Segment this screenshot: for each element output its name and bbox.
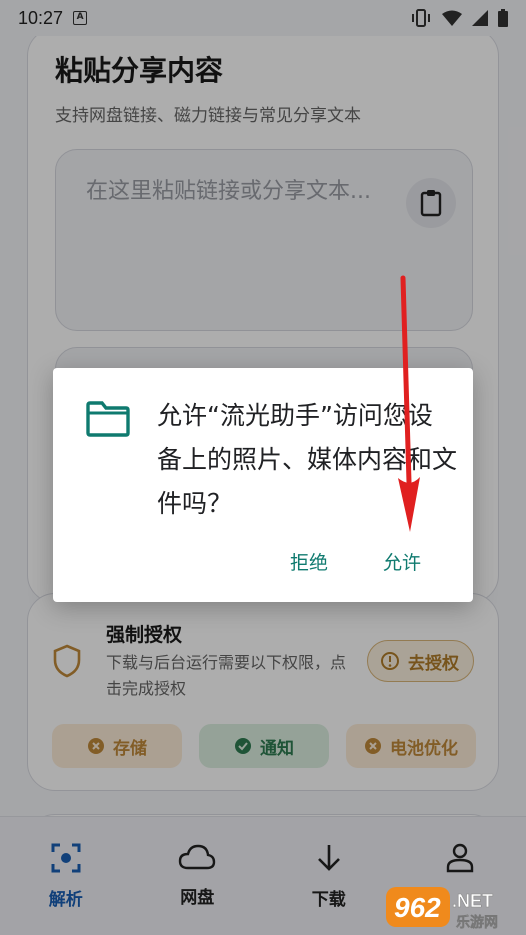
folder-icon [86, 401, 130, 437]
site-watermark-logo: 962 .NET 乐游网 [386, 887, 498, 931]
allow-button[interactable]: 允许 [383, 548, 421, 575]
watermark-net-text: .NET [452, 891, 493, 911]
deny-button[interactable]: 拒绝 [290, 548, 328, 575]
watermark-sub-text: 乐游网 [456, 914, 498, 931]
watermark-brand-text: 962 [394, 892, 441, 923]
dialog-message: 允许“流光助手”访问您设备上的照片、媒体内容和文件吗？ [157, 401, 458, 518]
permission-dialog: 允许“流光助手”访问您设备上的照片、媒体内容和文件吗？ 拒绝 允许 [53, 368, 473, 602]
